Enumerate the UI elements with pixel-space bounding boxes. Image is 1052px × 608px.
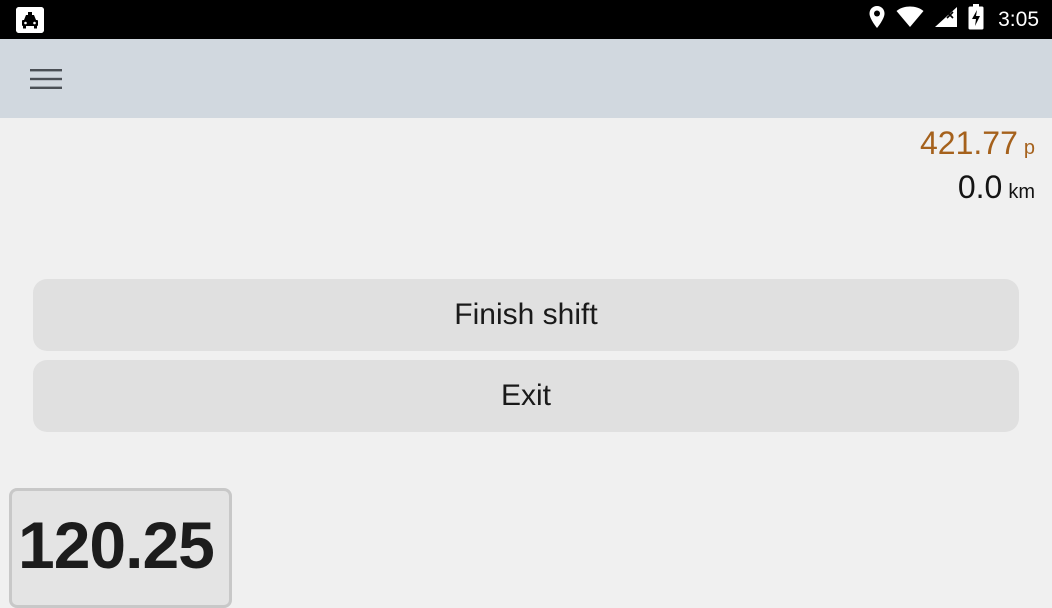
trip-metrics: 421.77 р 0.0 km (920, 122, 1035, 208)
distance-value: 0.0 (957, 169, 1003, 205)
amount-row: 421.77 р (920, 122, 1035, 164)
battery-charging-icon (968, 4, 984, 35)
distance-row: 0.0 km (920, 166, 1035, 208)
exit-button[interactable]: Exit (33, 360, 1019, 432)
app-toolbar (0, 39, 1052, 118)
fare-value: 120.25 (18, 508, 215, 582)
status-time: 3:05 (998, 7, 1039, 31)
hamburger-menu-button[interactable] (22, 59, 70, 99)
signal-icon (934, 6, 958, 33)
finish-shift-button[interactable]: Finish shift (33, 279, 1019, 351)
distance-unit: km (1008, 181, 1035, 203)
location-icon (868, 5, 886, 34)
fare-display[interactable]: 120.25 (9, 488, 232, 608)
status-bar: 3:05 (0, 0, 1052, 39)
amount-unit: р (1023, 137, 1035, 159)
wifi-icon (896, 6, 924, 33)
hamburger-menu-icon (30, 69, 62, 89)
status-icons: 3:05 (868, 0, 1039, 39)
amount-value: 421.77 (920, 125, 1018, 161)
taxi-app-icon (16, 7, 44, 33)
